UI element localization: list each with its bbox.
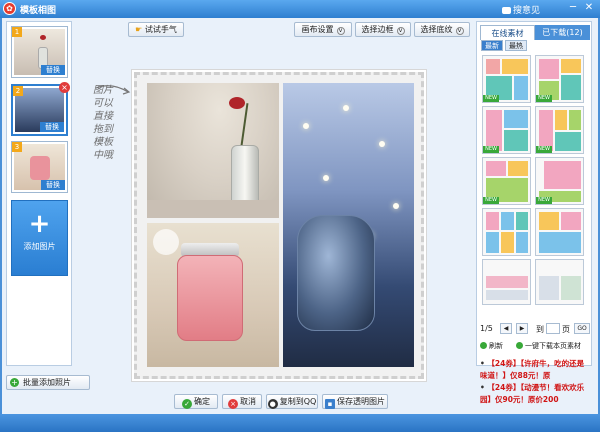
- template-pager: 1/5 ◀ ▶ 到 页 GO: [480, 323, 590, 336]
- ad-text: 【24券】【动漫节！看欢欢乐园】仅90元！原价200: [480, 383, 585, 404]
- speech-bubble-icon: [502, 7, 511, 14]
- qq-penguin-icon: ●: [267, 399, 278, 409]
- drag-hint-text: 图片可以直接拖到模板中哦: [93, 85, 113, 161]
- app-logo-icon: ✿: [3, 2, 16, 15]
- cancel-label: 取消: [240, 397, 256, 406]
- photo-thumb-1[interactable]: 1 替换: [11, 26, 68, 78]
- template-tile-8[interactable]: [535, 208, 584, 256]
- canvas-settings-label: 画布设置: [301, 25, 334, 34]
- prev-page-button[interactable]: ◀: [500, 323, 512, 334]
- chevron-down-icon: v: [455, 27, 464, 35]
- title-bar: ✿ 模板相图 搜意见 ─ ✕: [0, 0, 600, 18]
- delete-icon[interactable]: ×: [59, 82, 70, 93]
- copy-qq-label: 复制到QQ: [279, 397, 317, 406]
- replace-button[interactable]: 替换: [41, 180, 65, 190]
- photo-number-badge: 1: [12, 27, 22, 37]
- template-tile-5[interactable]: NEW: [482, 157, 531, 205]
- main-area: 1 替换 2 × 替换 3 替换 + 添加图片 + 批量添加照片 ☛ 试试手气 …: [2, 18, 598, 414]
- canvas-settings-dropdown[interactable]: 画布设置 v: [294, 22, 352, 37]
- photo-thumb-2[interactable]: 2 × 替换: [11, 82, 70, 136]
- download-all-label: 一键下载本页素材: [525, 342, 581, 350]
- photo-number-badge: 2: [13, 86, 23, 96]
- sort-hot-tab[interactable]: 最热: [505, 40, 527, 51]
- ad-text: 【24券】【许府牛，吃的还是味道！】仅88元！原: [480, 359, 585, 380]
- new-badge: NEW: [483, 197, 499, 204]
- select-background-dropdown[interactable]: 选择底纹 v: [414, 22, 470, 37]
- ad-list: • 【24券】【许府牛，吃的还是味道！】仅88元！原 • 【24券】【动漫节！看…: [480, 358, 590, 410]
- download-icon: [516, 342, 523, 349]
- template-tile-3[interactable]: NEW: [482, 106, 531, 154]
- cancel-button[interactable]: × 取消: [222, 394, 262, 409]
- template-panel: 在线素材 已下载(12) 最新 最热 NEW NEW NEW NEW NEW N…: [476, 21, 592, 366]
- hand-icon: ☛: [135, 25, 143, 34]
- template-tile-7[interactable]: [482, 208, 531, 256]
- save-transparent-button[interactable]: ▪ 保存透明图片: [322, 394, 388, 409]
- go-button[interactable]: GO: [574, 323, 590, 334]
- refresh-icon: [480, 342, 487, 349]
- page-number-input[interactable]: [546, 323, 560, 334]
- template-tile-6[interactable]: NEW: [535, 157, 584, 205]
- feedback-label: 搜意见: [513, 6, 541, 16]
- add-photo-label: 添加图片: [23, 242, 56, 251]
- check-icon: ✓: [182, 399, 192, 409]
- plus-icon: +: [10, 378, 19, 387]
- try-luck-button[interactable]: ☛ 试试手气: [128, 22, 184, 37]
- select-background-label: 选择底纹: [420, 25, 453, 34]
- ad-item[interactable]: • 【24券】【动漫节！看欢欢乐园】仅90元！原价200: [480, 382, 590, 406]
- tab-online-materials[interactable]: 在线素材: [480, 25, 535, 40]
- template-tile-10[interactable]: [535, 259, 584, 305]
- collage-slot-rose[interactable]: [147, 83, 279, 218]
- photo-number-badge: 3: [12, 142, 22, 152]
- batch-add-label: 批量添加照片: [23, 378, 71, 387]
- photo-list-panel: 1 替换 2 × 替换 3 替换 + 添加图片: [6, 21, 72, 366]
- ad-item[interactable]: • 【24券】【许府牛，吃的还是味道！】仅88元！原: [480, 358, 590, 382]
- batch-add-button[interactable]: + 批量添加照片: [6, 375, 90, 390]
- new-badge: NEW: [536, 95, 552, 102]
- status-bar: [0, 414, 600, 432]
- new-badge: NEW: [536, 197, 552, 204]
- refresh-row: 刷新 一键下载本页素材: [480, 341, 590, 353]
- select-border-label: 选择边框: [361, 25, 394, 34]
- chevron-down-icon: v: [336, 27, 345, 35]
- chevron-down-icon: v: [396, 27, 405, 35]
- template-tile-4[interactable]: NEW: [535, 106, 584, 154]
- template-tile-9[interactable]: [482, 259, 531, 305]
- new-badge: NEW: [483, 95, 499, 102]
- plus-icon: +: [28, 209, 51, 239]
- cancel-icon: ×: [228, 399, 238, 409]
- copy-to-qq-button[interactable]: ● 复制到QQ: [266, 394, 318, 409]
- template-tile-2[interactable]: NEW: [535, 55, 584, 103]
- photo-thumb-3[interactable]: 3 替换: [11, 141, 68, 193]
- new-badge: NEW: [483, 146, 499, 153]
- collage-slot-pink-jar[interactable]: [147, 223, 279, 367]
- sort-latest-tab[interactable]: 最新: [481, 40, 503, 51]
- add-photo-button[interactable]: + 添加图片: [11, 200, 68, 276]
- replace-button[interactable]: 替换: [41, 65, 65, 75]
- feedback-link[interactable]: 搜意见: [502, 3, 540, 16]
- try-luck-label: 试试手气: [144, 25, 177, 34]
- goto-label: 到: [536, 325, 544, 334]
- save-transparent-label: 保存透明图片: [337, 397, 385, 406]
- collage-canvas[interactable]: [134, 72, 424, 379]
- save-disk-icon: ▪: [325, 399, 335, 409]
- page-label: 页: [562, 325, 570, 334]
- confirm-button[interactable]: ✓ 确定: [174, 394, 218, 409]
- template-tile-1[interactable]: NEW: [482, 55, 531, 103]
- download-all-link[interactable]: 一键下载本页素材: [516, 341, 581, 351]
- minimize-button[interactable]: ─: [566, 2, 580, 15]
- replace-button[interactable]: 替换: [40, 122, 64, 132]
- select-border-dropdown[interactable]: 选择边框 v: [355, 22, 411, 37]
- collage-slot-blue-jar[interactable]: [283, 83, 414, 367]
- refresh-link[interactable]: 刷新: [480, 341, 503, 351]
- new-badge: NEW: [536, 146, 552, 153]
- confirm-label: 确定: [194, 397, 210, 406]
- next-page-button[interactable]: ▶: [516, 323, 528, 334]
- window-title: 模板相图: [20, 6, 57, 16]
- tab-downloaded[interactable]: 已下载(12): [535, 25, 590, 40]
- refresh-label: 刷新: [489, 342, 503, 350]
- close-button[interactable]: ✕: [582, 2, 596, 15]
- page-indicator: 1/5: [480, 324, 493, 333]
